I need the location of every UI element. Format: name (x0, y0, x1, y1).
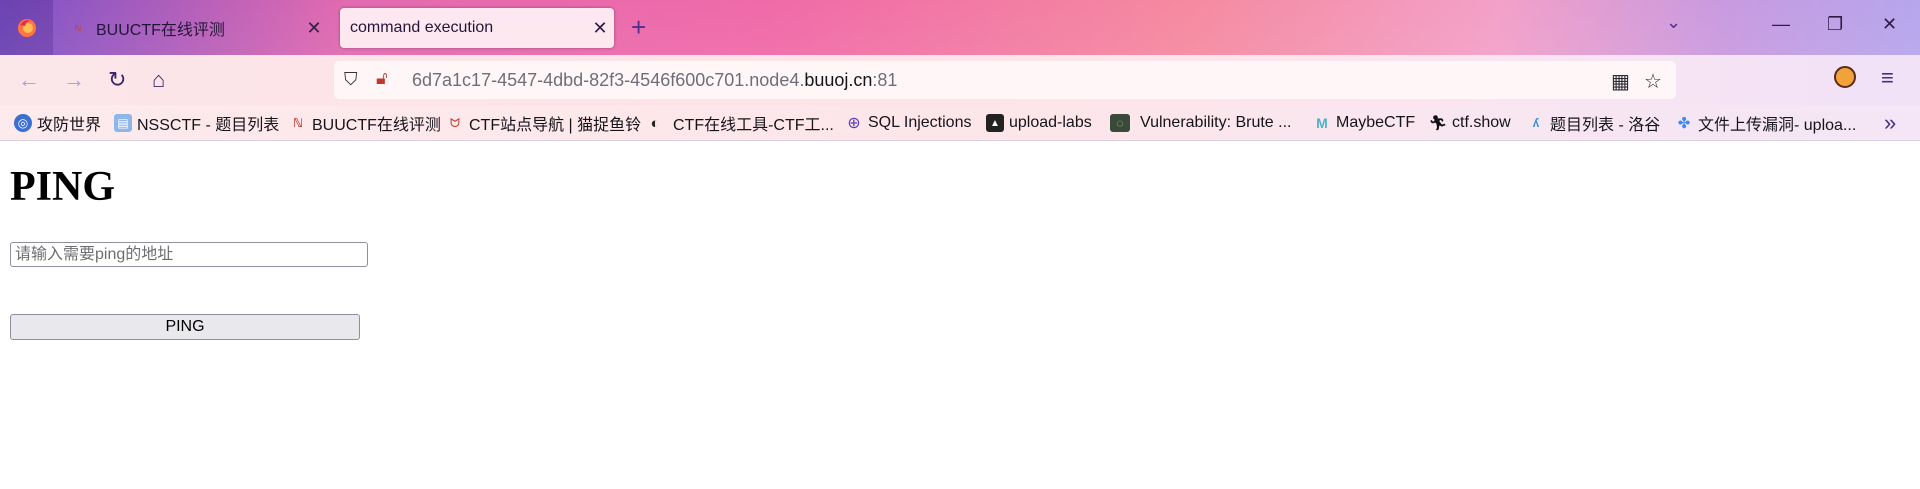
google-icon: ✤ (1677, 115, 1691, 132)
bookmark-item[interactable]: ⊕ SQL Injections (845, 112, 971, 134)
bookmark-label: BUUCTF在线评测 (312, 117, 441, 134)
bookmark-item[interactable]: ◌ Vulnerability: Brute ... (1110, 112, 1291, 134)
tab-title: BUUCTF在线评测 (96, 22, 225, 39)
nss-icon: ▤ (114, 114, 132, 132)
dvwa-icon: ◌ (1110, 114, 1130, 132)
back-arrow-icon[interactable]: ← (18, 67, 40, 93)
ping-address-input[interactable] (10, 242, 368, 267)
bookmark-item[interactable]: 🏃︎ ctf.show (1428, 112, 1511, 134)
firefox-icon (17, 18, 36, 37)
bookmark-label: CTF站点导航 | 猫捉鱼铃 (469, 117, 642, 134)
bookmark-label: CTF在线工具-CTF工... (673, 117, 834, 134)
bookmark-label: upload-labs (1009, 114, 1092, 131)
upload-icon: ▲ (986, 114, 1004, 132)
new-tab-plus-icon[interactable]: + (631, 12, 646, 43)
bookmark-item[interactable]: ʎ 题目列表 - 洛谷 (1527, 112, 1661, 134)
globe-icon: ◎ (14, 114, 32, 132)
url-text[interactable]: 6d7a1c17-4547-4dbd-82f3-4546f600c701.nod… (412, 70, 897, 91)
bookmark-item[interactable]: ▲ upload-labs (986, 112, 1092, 134)
m-icon: M (1316, 115, 1328, 131)
navigation-toolbar: ← → ↻ ⌂ ⛉ 🔓︎ 6d7a1c17-4547-4dbd-82f3-454… (0, 55, 1920, 105)
bookmark-item[interactable]: ◎ 攻防世界 (14, 112, 101, 134)
home-icon[interactable]: ⌂ (152, 67, 165, 93)
url-prefix: 6d7a1c17-4547-4dbd-82f3-4546f600c701.nod… (412, 70, 805, 90)
url-port: :81 (872, 70, 898, 90)
bookmark-star-icon[interactable]: ☆ (1644, 69, 1662, 94)
bookmark-item[interactable]: ✤ 文件上传漏洞- uploa... (1675, 112, 1857, 134)
bookmark-item[interactable]: ᗢ CTF站点导航 | 猫捉鱼铃 (446, 112, 642, 135)
bookmarks-toolbar: ◎ 攻防世界 ▤ NSSCTF - 题目列表 ℕ BUUCTF在线评测 ᗢ CT… (0, 105, 1920, 141)
luogu-icon: ʎ (1532, 116, 1540, 130)
bookmark-label: 文件上传漏洞- uploa... (1698, 117, 1857, 134)
close-tab-icon[interactable]: ✕ (300, 18, 328, 39)
ping-button[interactable]: PING (10, 314, 360, 340)
more-bookmarks-chevron-icon[interactable]: » (1884, 110, 1896, 136)
extension-icon[interactable] (1834, 66, 1856, 88)
bookmark-item[interactable]: M MaybeCTF (1313, 112, 1415, 134)
cat-icon: ᗢ (450, 115, 460, 130)
url-host: buuoj.cn (804, 70, 873, 90)
buuctf-icon: ℕ (292, 116, 304, 130)
tab-title: command execution (350, 19, 494, 36)
bookmark-label: 攻防世界 (37, 117, 102, 134)
buuctf-icon: ℕ (74, 23, 82, 33)
minimize-icon[interactable]: — (1772, 14, 1790, 35)
tab-buuctf[interactable]: ℕ BUUCTF在线评测 ✕ (60, 8, 328, 48)
qr-code-icon[interactable]: ▦ (1611, 69, 1630, 94)
globe-icon: ⊕ (847, 115, 861, 132)
bookmark-label: MaybeCTF (1336, 114, 1416, 131)
tab-bar: ℕ BUUCTF在线评测 ✕ command execution ✕ + ⌄ —… (0, 0, 1920, 55)
restore-icon[interactable]: ❐ (1827, 14, 1843, 35)
bookmark-label: NSSCTF - 题目列表 (137, 117, 280, 134)
bookmark-item[interactable]: ▤ NSSCTF - 题目列表 (114, 112, 279, 134)
list-all-tabs-chevron-icon[interactable]: ⌄ (1666, 12, 1681, 33)
bookmark-label: 题目列表 - 洛谷 (1550, 117, 1661, 134)
forward-arrow-icon[interactable]: → (63, 67, 85, 93)
bookmark-label: SQL Injections (868, 114, 972, 131)
address-bar[interactable]: ⛉ 🔓︎ 6d7a1c17-4547-4dbd-82f3-4546f600c70… (334, 61, 1676, 99)
bookmark-label: Vulnerability: Brute ... (1140, 114, 1292, 131)
close-tab-icon[interactable]: ✕ (586, 18, 614, 39)
bookmark-label: ctf.show (1452, 114, 1511, 131)
reload-icon[interactable]: ↻ (108, 67, 126, 93)
hamburger-menu-icon[interactable]: ≡ (1881, 65, 1894, 91)
close-window-icon[interactable]: ✕ (1882, 14, 1897, 35)
tool-icon: ◐ (650, 114, 660, 132)
tracking-protection-shield-icon[interactable]: ⛉ (344, 69, 358, 90)
tab-command-execution[interactable]: command execution ✕ (340, 8, 614, 48)
runner-icon: 🏃︎ (1428, 115, 1448, 132)
bookmark-item[interactable]: ◐ CTF在线工具-CTF工... (646, 112, 834, 135)
firefox-view-button[interactable] (0, 0, 53, 55)
bookmark-item[interactable]: ℕ BUUCTF在线评测 (289, 112, 441, 134)
insecure-lock-icon[interactable]: 🔓︎ (376, 68, 388, 89)
page-title: PING (10, 164, 115, 210)
